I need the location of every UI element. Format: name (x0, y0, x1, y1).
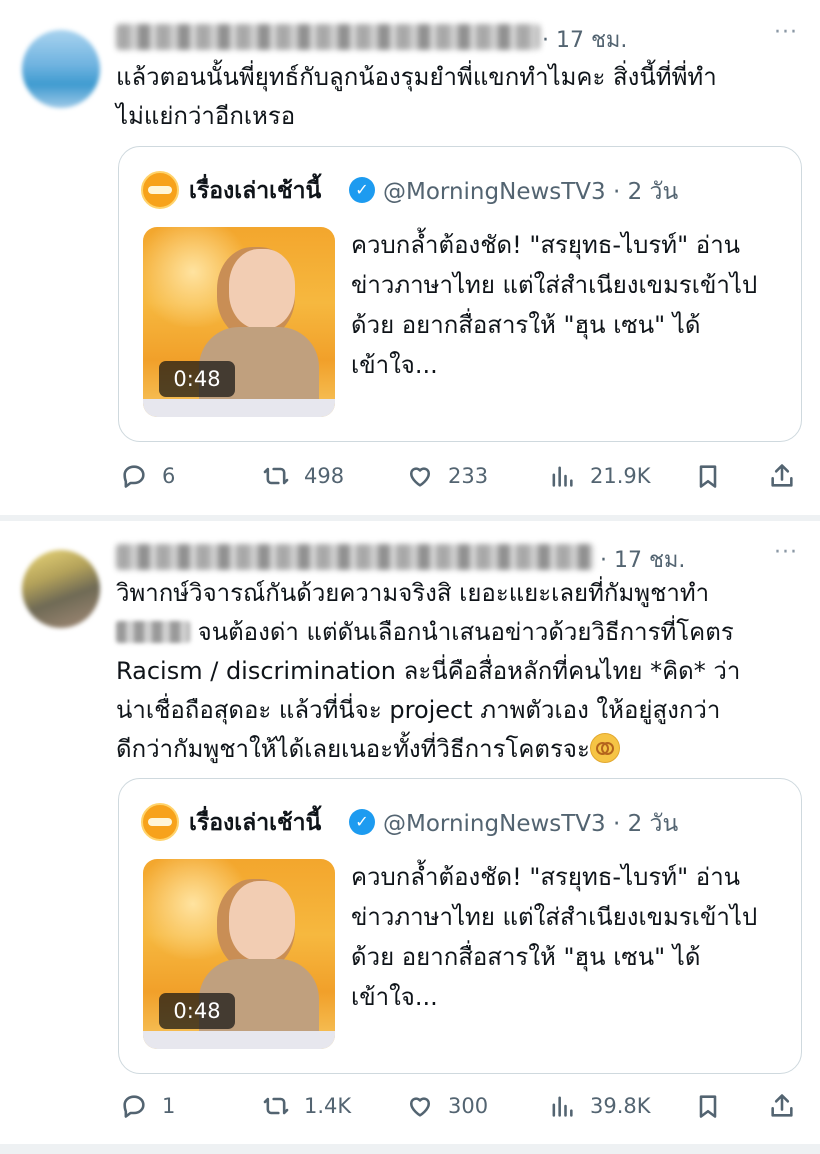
quoted-author-handle[interactable]: @MorningNewsTV3 · 2 วัน (383, 806, 678, 842)
bookmark-icon (699, 1095, 717, 1118)
quoted-author-name[interactable]: เรื่องเล่าเช้านี้ (189, 805, 321, 841)
views-chart-icon (552, 466, 573, 487)
verified-check-icon: ✓ (349, 177, 375, 203)
tweet-text-line: วิพากษ์วิจารณ์กันด้วยความจริงสิ เยอะแยะเ… (116, 579, 710, 607)
bookmark-icon (699, 465, 717, 488)
views-chart-icon (552, 1096, 573, 1117)
tweet-text: แล้วตอนนั้นพี่ยุทธ์กับลูกน้องรุมยำพี่แขก… (116, 63, 717, 130)
avatar[interactable] (22, 550, 100, 628)
channel-logo (141, 171, 179, 209)
tweet-time[interactable]: · 17 ชม. (542, 22, 627, 57)
tweet-text: วิพากษ์วิจารณ์กันด้วยความจริงสิ เยอะแยะเ… (116, 574, 806, 769)
tweet-text-rest: Racism / discrimination ละนี่คือสื่อหลัก… (116, 657, 741, 763)
share-button[interactable] (768, 1088, 796, 1124)
quoted-text: ควบกล้ำต้องชัด! "สรยุทธ-ไบรท์" อ่านข่าวภ… (351, 863, 758, 1011)
bookmark-button[interactable] (694, 458, 722, 494)
repost-count: 1.4K (304, 1094, 352, 1118)
share-icon (771, 1094, 793, 1117)
reply-count: 1 (162, 1094, 176, 1118)
views-button[interactable]: 21.9K (548, 458, 651, 494)
tweet[interactable]: · 17 ชม. ··· วิพากษ์วิจารณ์กันด้วยความจร… (0, 520, 820, 1154)
quoted-tweet[interactable]: เรื่องเล่าเช้านี้ ✓ @MorningNewsTV3 · 2 … (118, 778, 802, 1074)
like-count: 233 (448, 464, 489, 488)
channel-logo (141, 803, 179, 841)
video-thumbnail[interactable]: 0:48 (143, 227, 335, 417)
action-bar: 1 1.4K 300 39.8K (116, 1088, 806, 1124)
video-duration: 0:48 (159, 993, 235, 1029)
reply-button[interactable]: 1 (120, 1088, 175, 1124)
repost-icon (263, 467, 289, 485)
repost-button[interactable]: 1.4K (262, 1088, 351, 1124)
blurred-username[interactable] (116, 24, 540, 50)
share-icon (771, 464, 793, 487)
blurred-username[interactable] (116, 544, 594, 570)
heart-icon (409, 467, 431, 487)
dizzy-face-emoji-icon (589, 733, 620, 763)
verified-check-icon: ✓ (349, 809, 375, 835)
more-options-icon[interactable]: ··· (774, 20, 798, 45)
tweet[interactable]: · 17 ชม. ··· แล้วตอนนั้นพี่ยุทธ์กับลูกน้… (0, 0, 820, 515)
heart-icon (409, 1097, 431, 1117)
video-duration: 0:48 (159, 361, 235, 397)
reply-count: 6 (162, 464, 176, 488)
more-options-icon[interactable]: ··· (774, 540, 798, 565)
like-count: 300 (448, 1094, 489, 1118)
views-count: 21.9K (590, 464, 651, 488)
reply-icon (123, 1095, 145, 1118)
repost-icon (263, 1097, 289, 1115)
tweet-text-line: จนต้องด่า แต่ดันเลือกนำเสนอข่าวด้วยวิธีก… (190, 618, 734, 646)
video-thumbnail[interactable]: 0:48 (143, 859, 335, 1049)
action-bar: 6 498 233 21.9K (116, 458, 806, 494)
views-button[interactable]: 39.8K (548, 1088, 651, 1124)
like-button[interactable]: 300 (406, 1088, 488, 1124)
blurred-word (116, 621, 190, 643)
quoted-text: ควบกล้ำต้องชัด! "สรยุทธ-ไบรท์" อ่านข่าวภ… (351, 231, 758, 379)
reply-icon (123, 465, 145, 488)
bookmark-button[interactable] (694, 1088, 722, 1124)
quoted-tweet[interactable]: เรื่องเล่าเช้านี้ ✓ @MorningNewsTV3 · 2 … (118, 146, 802, 442)
avatar[interactable] (22, 30, 100, 108)
reply-button[interactable]: 6 (120, 458, 175, 494)
repost-count: 498 (304, 464, 345, 488)
like-button[interactable]: 233 (406, 458, 488, 494)
quoted-author-name[interactable]: เรื่องเล่าเช้านี้ (189, 173, 321, 209)
views-count: 39.8K (590, 1094, 651, 1118)
repost-button[interactable]: 498 (262, 458, 344, 494)
divider (0, 1144, 820, 1154)
tweet-time[interactable]: · 17 ชม. (600, 542, 685, 577)
quoted-author-handle[interactable]: @MorningNewsTV3 · 2 วัน (383, 174, 678, 210)
share-button[interactable] (768, 458, 796, 494)
